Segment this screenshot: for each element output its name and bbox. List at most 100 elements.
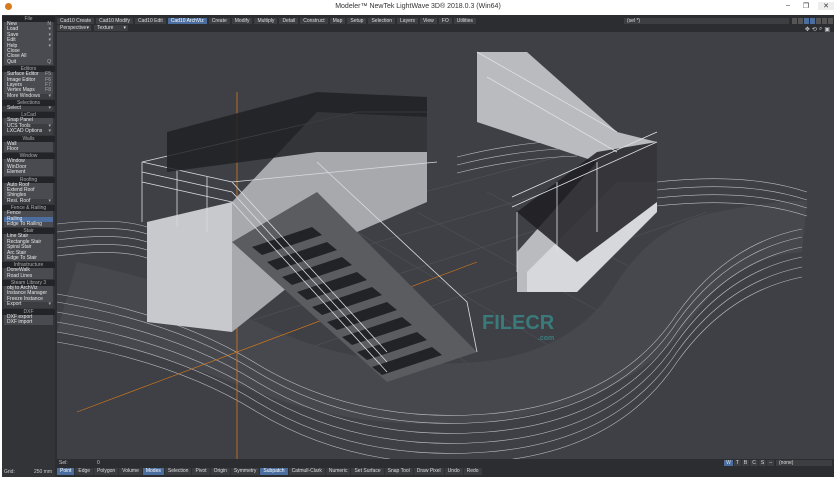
menu-tab[interactable]: Selection — [368, 18, 396, 24]
menu-tab[interactable]: Multiply — [254, 18, 278, 24]
morph-dropdown[interactable]: (none) — [776, 460, 832, 466]
shortcut-key: Q — [47, 58, 51, 65]
mode-button[interactable]: Catmull-Clark — [288, 468, 325, 475]
tool-button[interactable]: LXCAD Options ▾ — [4, 128, 53, 135]
layer-select-dropdown[interactable]: (sel *) — [624, 18, 789, 24]
menu-tab[interactable]: Create — [208, 18, 230, 24]
menu-tab[interactable]: Layers — [397, 18, 419, 24]
mode-button[interactable]: Set Surface — [351, 468, 384, 475]
maximize-button[interactable]: ❐ — [798, 2, 814, 10]
tool-label: Edge To Stair — [7, 254, 37, 261]
menu-tab[interactable]: Cad10 Modify — [96, 18, 133, 24]
tool-button[interactable]: Element — [4, 170, 53, 175]
menu-tab[interactable]: Utilities — [453, 18, 476, 24]
tool-group: Select ▾ — [4, 105, 53, 112]
mode-button[interactable]: Draw Pixel — [413, 468, 444, 475]
tool-label: DXF import — [7, 319, 33, 326]
mode-button[interactable]: Numeric — [325, 468, 351, 475]
mode-button[interactable]: Modes — [142, 468, 164, 475]
mode-button[interactable]: Subpatch — [260, 468, 288, 475]
tool-button[interactable]: Road Lines — [4, 272, 53, 279]
mode-button[interactable]: Polygon — [94, 468, 119, 475]
scene-render — [57, 51, 808, 459]
tool-label: Element — [7, 169, 26, 176]
mode-button[interactable]: Volume — [119, 468, 142, 475]
menu-tab[interactable]: Map — [329, 18, 346, 24]
view-button[interactable]: T — [733, 460, 741, 466]
shortcut-key: ▾ — [48, 197, 51, 204]
tool-button[interactable]: DXF import — [4, 319, 53, 326]
tool-button[interactable]: Floor — [4, 146, 53, 153]
layout-button[interactable] — [816, 18, 821, 24]
mode-button[interactable]: Undo — [444, 468, 463, 475]
menu-tab[interactable]: FO — [438, 18, 452, 24]
menu-tab[interactable]: Construct — [300, 18, 328, 24]
menu-tab[interactable]: Cad10 Create — [57, 18, 95, 24]
layout-button[interactable] — [822, 18, 827, 24]
menu-tab[interactable]: Cad10 Edit — [135, 18, 166, 24]
tool-group: New N Load ▾ Save ▾ Edit ▾ Help ▾ Close Close All Qu… — [4, 21, 53, 66]
layout-button[interactable] — [828, 18, 833, 24]
right-stair-structure — [476, 51, 658, 292]
tool-button[interactable]: Edge To Stair — [4, 254, 53, 261]
tool-group: DXF export DXF import — [4, 314, 53, 326]
layout-button[interactable] — [798, 18, 803, 24]
grid-readout: Grid: 250 mm — [4, 469, 52, 475]
title-bar: Modeler™ NewTek LightWave 3D® 2018.0.3 (… — [0, 0, 836, 14]
tool-group: Wall Floor — [4, 141, 53, 153]
tool-label: Floor — [7, 146, 19, 153]
mode-button[interactable]: Origin — [210, 468, 230, 475]
menu-tab[interactable]: Detail — [279, 18, 299, 24]
tool-button[interactable]: Select ▾ — [4, 105, 53, 112]
tool-label: Edge To Railing — [7, 220, 42, 227]
menu-tab[interactable]: View — [420, 18, 437, 24]
view-button[interactable]: – — [767, 460, 774, 466]
tool-group: Snap Panel UCS Tools ▾ LXCAD Options ▾ — [4, 118, 53, 135]
weight-buttons: W T B C S – — [724, 460, 774, 466]
tool-label: Export — [7, 301, 22, 308]
tool-button[interactable]: Resi. Roof ▾ — [4, 197, 53, 205]
layout-button[interactable] — [810, 18, 815, 24]
mode-button[interactable]: Selection — [164, 468, 192, 475]
mode-toolbar: Point Edge Polygon Volume Modes Selection Pivo… — [57, 468, 482, 475]
shading-dropdown[interactable]: Texture — [94, 25, 128, 31]
layout-button[interactable] — [804, 18, 809, 24]
mode-button[interactable]: Redo — [463, 468, 482, 475]
mode-button[interactable]: Symmetry — [230, 468, 260, 475]
viewport-header: Perspective Texture — [57, 25, 128, 31]
layout-button[interactable] — [792, 18, 797, 24]
tool-button[interactable]: More Windows ▾ — [4, 92, 53, 100]
menu-tabs: Cad10 Create Cad10 Modify Cad10 Edit Cad10 … — [57, 18, 476, 24]
shortcut-key: ▾ — [48, 105, 51, 112]
tool-button[interactable]: Export ▾ — [4, 301, 53, 308]
tool-label: LXCAD Options — [7, 128, 43, 135]
tool-label: Select — [7, 105, 21, 112]
minimize-button[interactable]: – — [780, 2, 796, 9]
shortcut-key: ▾ — [48, 92, 51, 99]
tool-group: Window WinDoor Element — [4, 159, 53, 176]
3d-viewport[interactable]: FILECR .com — [57, 32, 834, 459]
view-button[interactable]: S — [758, 460, 767, 466]
mode-button[interactable]: Edge — [75, 468, 94, 475]
view-type-dropdown[interactable]: Perspective — [57, 25, 91, 31]
menu-tab[interactable]: Modify — [231, 18, 253, 24]
menu-tab[interactable]: Setup — [347, 18, 367, 24]
tool-group: DoneWalk Road Lines — [4, 268, 53, 280]
tool-label: Resi. Roof — [7, 197, 31, 204]
mode-button[interactable]: Snap Tool — [384, 468, 413, 475]
mode-button[interactable]: Point — [57, 468, 75, 475]
tool-label: Road Lines — [7, 272, 33, 279]
tool-group: Auto Roof Extend Roof Shingles Resi. Roof ▾ — [4, 182, 53, 205]
view-button[interactable]: C — [750, 460, 758, 466]
toolbox-sidebar: File New N Load ▾ Save ▾ Edit ▾ Help ▾ Close Close A… — [2, 15, 55, 477]
view-button[interactable]: W — [724, 460, 733, 466]
view-button[interactable]: B — [741, 460, 750, 466]
modeler-window: File New N Load ▾ Save ▾ Edit ▾ Help ▾ Close Close A… — [2, 15, 834, 477]
tool-button[interactable]: Edge To Railing — [4, 220, 53, 227]
close-button[interactable]: ✕ — [818, 2, 834, 10]
menu-tab[interactable]: Cad10 ArchViz — [167, 18, 207, 24]
layout-buttons — [792, 18, 833, 24]
tool-button[interactable]: Quit Q — [4, 58, 53, 65]
mode-button[interactable]: Pivot — [192, 468, 210, 475]
tool-group: obj to ArchViz Instance Manager Freeze Ins… — [4, 285, 53, 308]
